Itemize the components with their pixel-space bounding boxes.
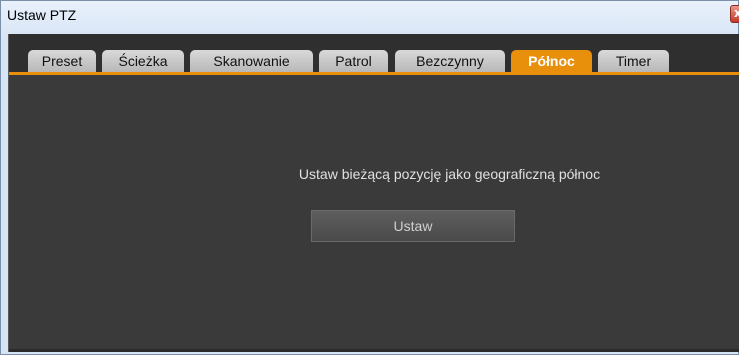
north-instruction-text: Ustaw bieżącą pozycję jako geograficzną …: [298, 166, 601, 182]
set-north-button[interactable]: Ustaw: [311, 210, 515, 242]
tab-sciezka[interactable]: Ścieżka: [102, 50, 184, 72]
close-button[interactable]: x: [730, 5, 739, 23]
north-panel: Ustaw bieżącą pozycję jako geograficzną …: [9, 75, 739, 352]
ptz-settings-window: Ustaw PTZ x Preset Ścieżka Skanowanie Pa…: [0, 0, 739, 355]
tab-skanowanie[interactable]: Skanowanie: [190, 50, 313, 72]
tab-polnoc[interactable]: Północ: [511, 50, 592, 72]
tab-preset[interactable]: Preset: [28, 50, 96, 72]
tab-bezczynny[interactable]: Bezczynny: [395, 50, 505, 72]
tab-timer[interactable]: Timer: [598, 50, 669, 72]
panel-bottom-edge: [9, 349, 739, 352]
close-icon: x: [734, 6, 739, 20]
tab-bar: Preset Ścieżka Skanowanie Patrol Bezczyn…: [9, 34, 739, 75]
dialog-content: Preset Ścieżka Skanowanie Patrol Bezczyn…: [8, 34, 739, 352]
window-title: Ustaw PTZ: [7, 7, 77, 23]
tab-patrol[interactable]: Patrol: [319, 50, 388, 72]
